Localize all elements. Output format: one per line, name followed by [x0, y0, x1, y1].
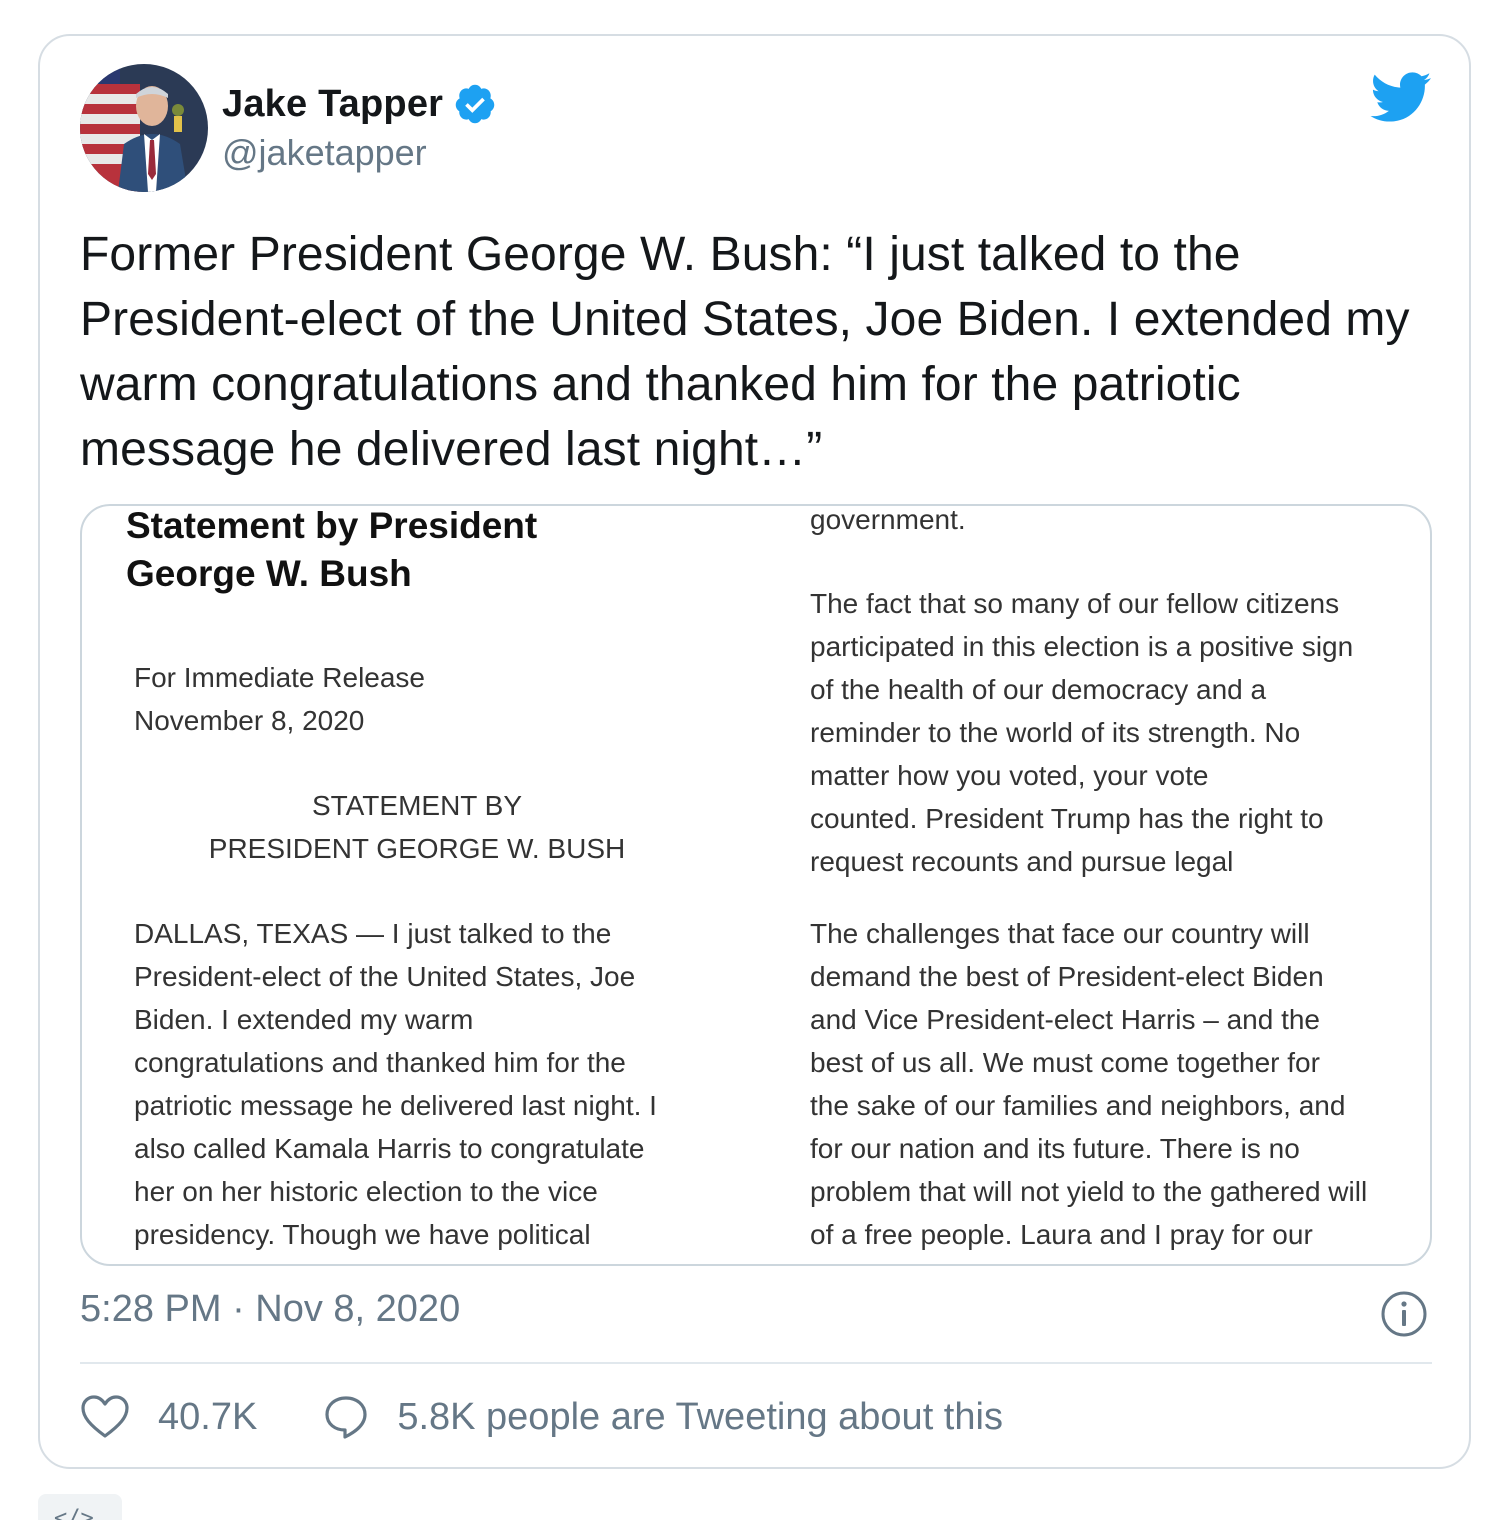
speech-bubble-icon[interactable]: [323, 1394, 369, 1440]
doc-title: Statement by President George W. Bush: [126, 505, 538, 598]
code-icon: </>: [54, 1506, 94, 1520]
doc-title-line: George W. Bush: [126, 553, 412, 594]
doc-right-paragraph-2: The challenges that face our country wil…: [810, 918, 1368, 1250]
doc-body-left: DALLAS, TEXAS — I just talked to the Pre…: [134, 918, 657, 1250]
avatar[interactable]: [80, 64, 208, 192]
info-icon[interactable]: [1380, 1290, 1428, 1338]
doc-heading-line: STATEMENT BY: [311, 790, 523, 821]
doc-release-date: November 8, 2020: [134, 705, 365, 736]
doc-release: For Immediate Release November 8, 2020: [134, 656, 425, 742]
doc-right-top: government.: [810, 504, 966, 535]
author-handle[interactable]: @jaketapper: [222, 132, 427, 174]
author-name-row[interactable]: Jake Tapper: [222, 82, 497, 126]
divider: [80, 1362, 1432, 1364]
tweeting-about-link[interactable]: 5.8K people are Tweeting about this: [397, 1396, 1003, 1439]
doc-right-paragraph-1: The fact that so many of our fellow citi…: [810, 588, 1354, 877]
tweet-text: Former President George W. Bush: “I just…: [80, 228, 1410, 476]
heart-icon[interactable]: [80, 1394, 130, 1440]
engagement-bar: 40.7K 5.8K people are Tweeting about thi…: [80, 1392, 1003, 1442]
doc-heading: STATEMENT BY PRESIDENT GEORGE W. BUSH: [122, 784, 712, 870]
doc-heading-line: PRESIDENT GEORGE W. BUSH: [208, 833, 626, 864]
tweet-card[interactable]: Jake Tapper @jaketapper Former President…: [38, 34, 1471, 1469]
embed-code-button[interactable]: </>: [38, 1494, 122, 1520]
verified-badge-icon: [453, 82, 497, 126]
doc-title-line: Statement by President: [126, 505, 538, 546]
twitter-bird-icon[interactable]: [1368, 70, 1432, 124]
doc-release-line: For Immediate Release: [134, 662, 426, 693]
author-name[interactable]: Jake Tapper: [222, 83, 443, 126]
like-count[interactable]: 40.7K: [158, 1396, 257, 1439]
media-image[interactable]: Statement by President George W. Bush Fo…: [80, 504, 1432, 1266]
timestamp[interactable]: 5:28 PM · Nov 8, 2020: [80, 1288, 460, 1331]
